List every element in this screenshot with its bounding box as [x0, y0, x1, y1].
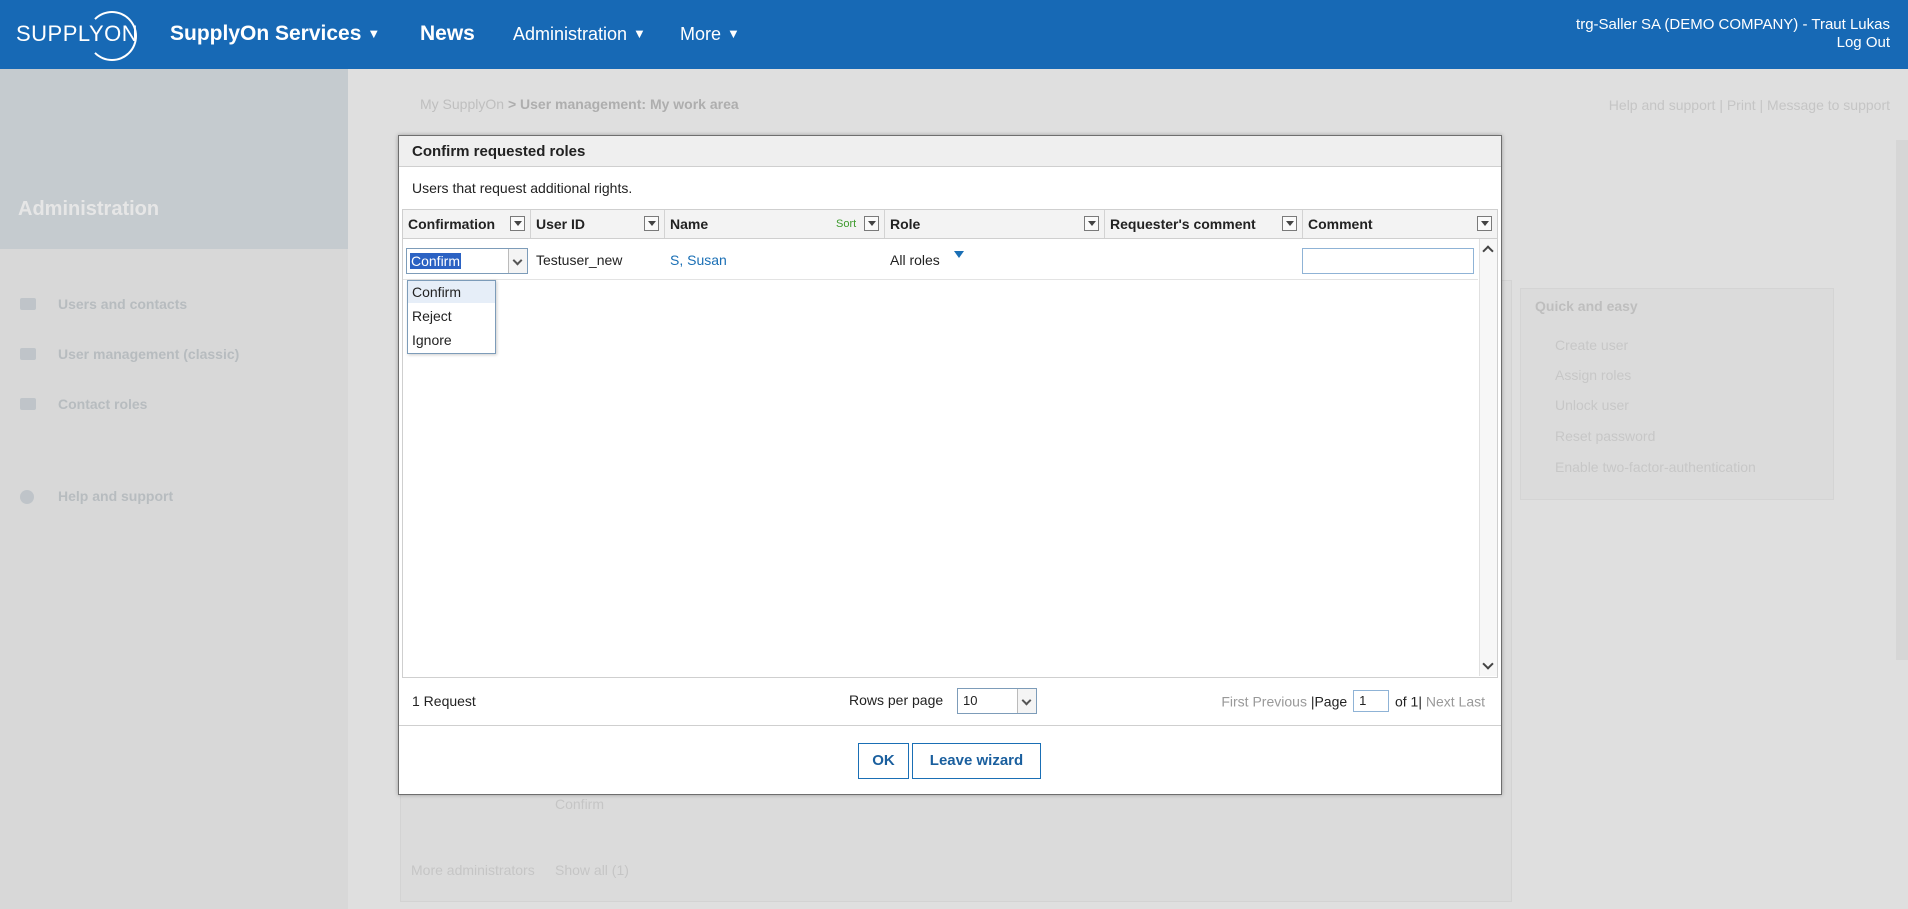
ok-button[interactable]: OK [858, 743, 909, 779]
nav-label: SupplyOn Services [170, 22, 362, 45]
table-row: Confirm Testuser_new S, Susan All roles [403, 239, 1478, 280]
filter-dropdown-icon[interactable] [510, 216, 525, 231]
option-label: Reject [412, 308, 452, 324]
first-page-link[interactable]: First [1221, 694, 1248, 710]
confirm-roles-dialog: Confirm requested roles Users that reque… [398, 135, 1502, 795]
page-of-label: of 1 [1394, 693, 1419, 710]
column-user-id[interactable]: User ID [531, 210, 665, 238]
column-comment[interactable]: Comment [1303, 210, 1497, 238]
cell-user-id: Testuser_new [536, 252, 623, 268]
caret-down-icon: ▼ [367, 26, 381, 41]
confirmation-dropdown-menu: Confirm Reject Ignore [407, 280, 496, 354]
request-count: 1 Request [412, 693, 476, 709]
filter-dropdown-icon[interactable] [644, 216, 659, 231]
rows-per-page-label: Rows per page [849, 692, 944, 708]
confirmation-select[interactable]: Confirm [406, 248, 528, 274]
nav-news[interactable]: News [420, 22, 475, 46]
option-reject[interactable]: Reject [408, 305, 495, 327]
caret-down-icon: ▼ [727, 26, 740, 41]
column-label: Requester's comment [1110, 216, 1256, 232]
chevron-down-icon[interactable] [1017, 689, 1036, 713]
sort-indicator[interactable]: Sort [836, 218, 856, 230]
leave-wizard-button[interactable]: Leave wizard [912, 743, 1041, 779]
cell-role: All roles [890, 252, 940, 268]
column-label: Confirmation [408, 216, 496, 232]
table-scrollbar[interactable] [1479, 239, 1497, 676]
column-requester-comment[interactable]: Requester's comment [1105, 210, 1303, 238]
leave-wizard-label: Leave wizard [929, 752, 1024, 769]
column-confirmation[interactable]: Confirmation [403, 210, 531, 238]
rows-per-page-select[interactable]: 10 [957, 688, 1037, 714]
requests-table: Confirmation User ID Name Sort Role Requ… [402, 209, 1498, 678]
table-header: Confirmation User ID Name Sort Role Requ… [403, 210, 1497, 239]
confirmation-value: Confirm [410, 253, 462, 269]
nav-supplyon-services[interactable]: SupplyOn Services ▼ [170, 22, 380, 46]
filter-dropdown-icon[interactable] [1282, 216, 1297, 231]
rows-per-page-value: 10 [963, 693, 978, 708]
next-page-link[interactable]: Next [1426, 694, 1455, 710]
page-label: Page [1314, 693, 1348, 710]
page-number-input[interactable]: 1 [1353, 690, 1390, 712]
option-confirm[interactable]: Confirm [408, 281, 495, 303]
nav-label: Administration [513, 24, 628, 44]
last-page-link[interactable]: Last [1459, 694, 1485, 710]
user-info: trg-Saller SA (DEMO COMPANY) - Traut Luk… [1576, 16, 1890, 52]
dialog-title-bar: Confirm requested roles [399, 136, 1501, 167]
ok-label: OK [872, 752, 895, 769]
pager-separator: | [1418, 693, 1422, 710]
cell-name-link[interactable]: S, Susan [670, 252, 727, 268]
option-ignore[interactable]: Ignore [408, 329, 495, 351]
chevron-down-icon[interactable] [508, 249, 527, 273]
column-label: Comment [1308, 216, 1373, 232]
comment-input[interactable] [1302, 248, 1474, 274]
nav-more[interactable]: More ▼ [680, 24, 740, 45]
column-label: User ID [536, 216, 586, 232]
top-navigation-bar: SUPPLYON SupplyOn Services ▼ News Adminis… [0, 0, 1908, 69]
filter-dropdown-icon[interactable] [1477, 216, 1492, 231]
filter-dropdown-icon[interactable] [1084, 216, 1099, 231]
filter-dropdown-icon[interactable] [864, 216, 879, 231]
caret-down-icon: ▼ [633, 26, 646, 41]
user-company: trg-Saller SA (DEMO COMPANY) - Traut Luk… [1576, 16, 1890, 33]
page-number-value: 1 [1359, 693, 1367, 708]
scroll-up-icon[interactable] [1482, 245, 1494, 257]
nav-administration[interactable]: Administration ▼ [513, 24, 646, 45]
role-expand-icon[interactable] [954, 251, 964, 258]
option-label: Ignore [412, 332, 452, 348]
column-name[interactable]: Name Sort [665, 210, 885, 238]
previous-page-link[interactable]: Previous [1252, 694, 1306, 710]
logout-link[interactable]: Log Out [1576, 34, 1890, 52]
logo-circle-icon [87, 11, 137, 61]
dialog-title: Confirm requested roles [412, 143, 586, 160]
dialog-subtitle: Users that request additional rights. [412, 180, 633, 196]
column-label: Name [670, 216, 709, 232]
scroll-down-icon[interactable] [1482, 658, 1494, 670]
page-navigation: First Previous |Page 1 of 1| Next Last [1221, 690, 1485, 714]
column-label: Role [890, 216, 921, 232]
option-label: Confirm [412, 284, 462, 300]
nav-label: News [420, 22, 475, 45]
column-role[interactable]: Role [885, 210, 1105, 238]
supplyon-logo[interactable]: SUPPLYON [16, 11, 138, 61]
pagination-bar: 1 Request Rows per page 10 First Previou… [399, 677, 1501, 726]
nav-label: More [680, 24, 722, 44]
